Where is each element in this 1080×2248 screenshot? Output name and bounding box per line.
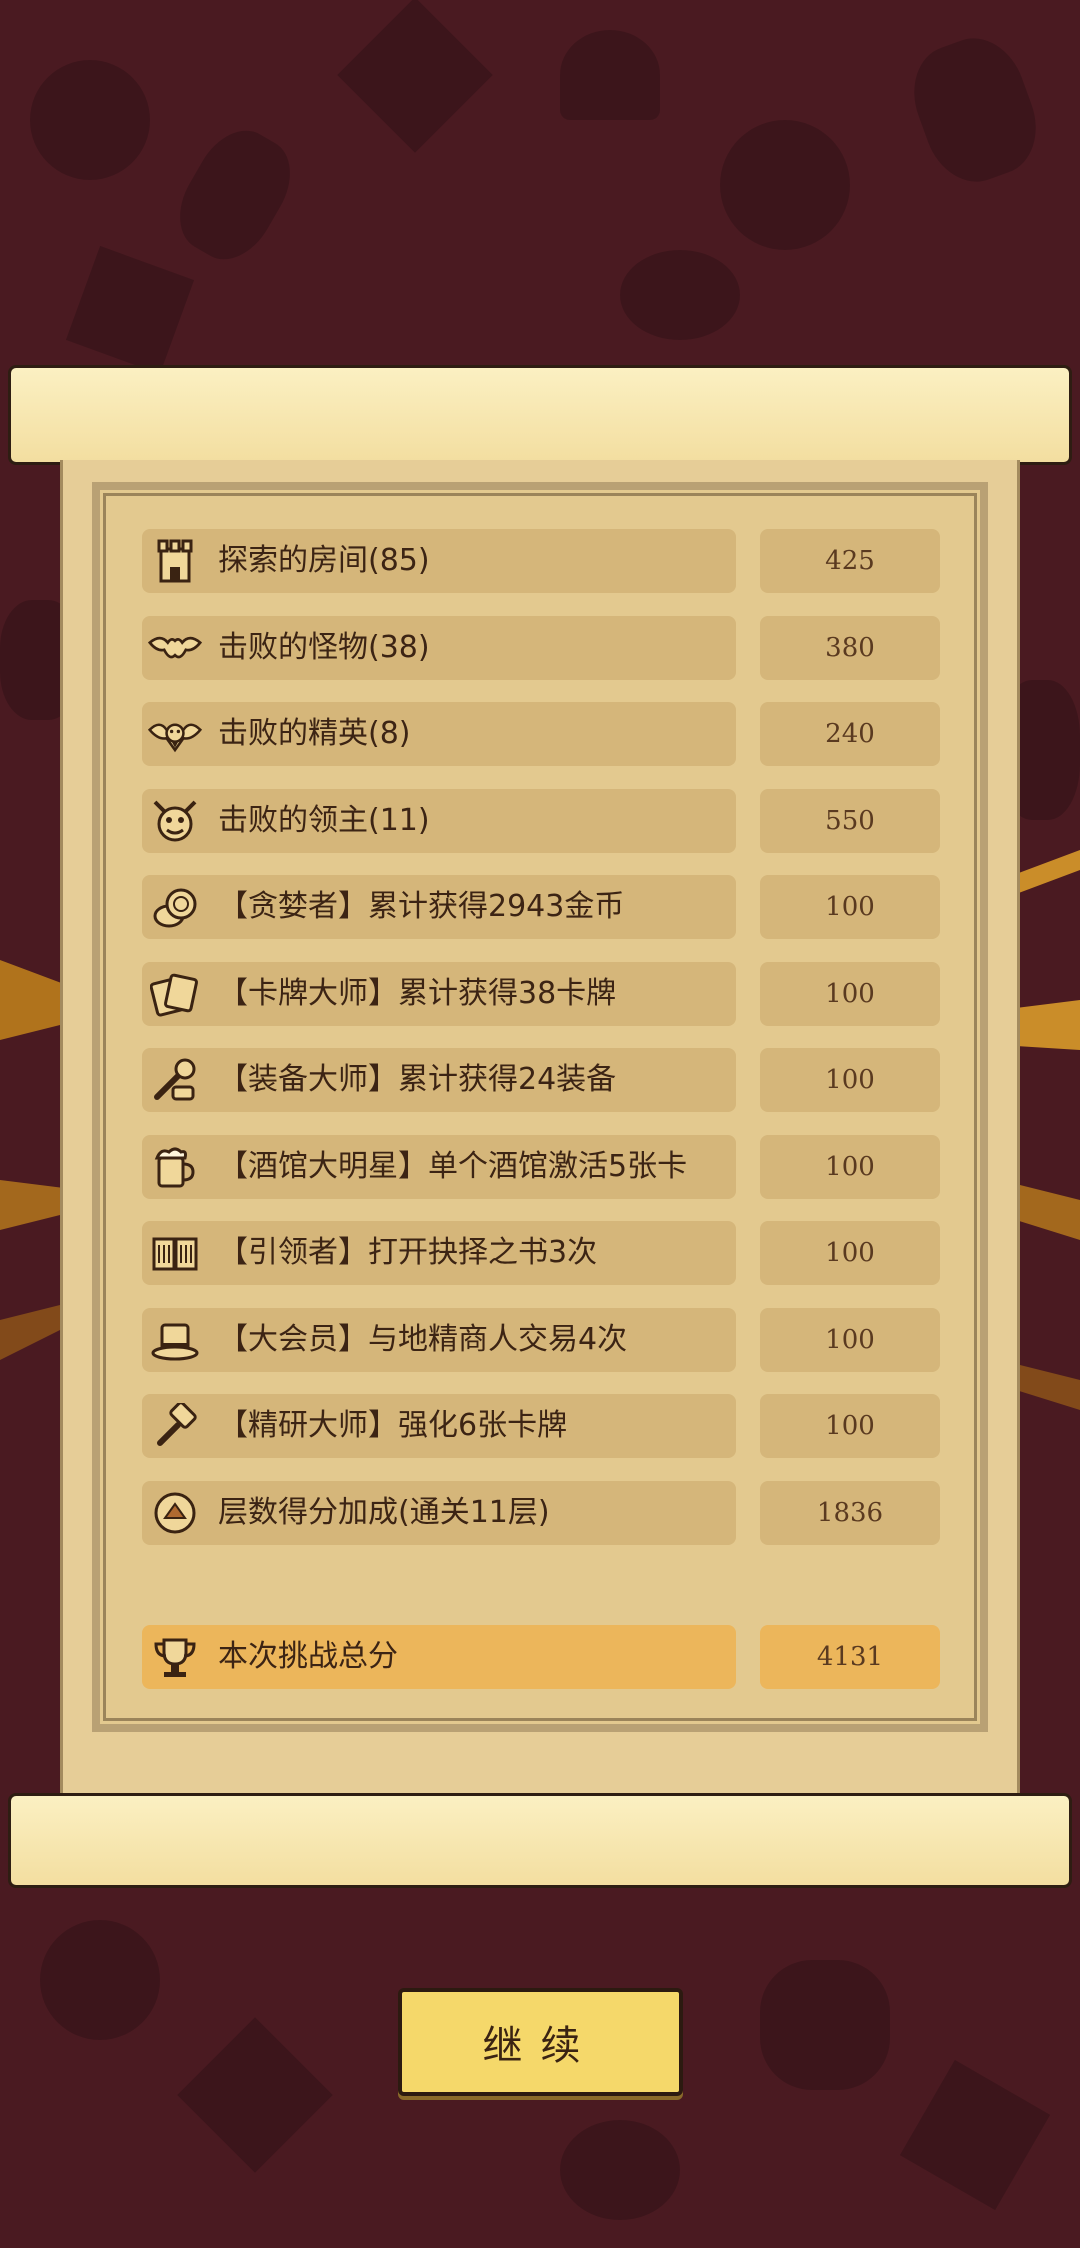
row-value: 100: [760, 1135, 940, 1199]
continue-button[interactable]: 继续: [398, 1988, 683, 2096]
demon-head-icon: [148, 795, 202, 847]
row-label: 击败的怪物(38): [218, 630, 430, 665]
row-label: 层数得分加成(通关11层): [218, 1495, 550, 1530]
row-value: 100: [760, 1221, 940, 1285]
cards-icon: [148, 968, 202, 1020]
score-row-elites: 击败的精英(8) 240: [142, 702, 940, 766]
score-row-rooms: 探索的房间(85) 425: [142, 529, 940, 593]
score-row-floor-bonus: 层数得分加成(通关11层) 1836: [142, 1481, 940, 1545]
total-label: 本次挑战总分: [218, 1639, 398, 1674]
coins-icon: [148, 881, 202, 933]
row-value: 100: [760, 1394, 940, 1458]
hammer-icon: [148, 1400, 202, 1452]
bg-decor: [163, 116, 307, 274]
row-label: 【卡牌大师】累计获得38卡牌: [218, 976, 617, 1011]
scroll-top-rod: [8, 365, 1072, 465]
bg-decor: [177, 2017, 333, 2173]
bg-decor: [560, 30, 660, 120]
beer-mug-icon: [148, 1141, 202, 1193]
bg-decor: [65, 245, 195, 375]
row-value: 550: [760, 789, 940, 853]
bg-decor: [560, 2120, 680, 2220]
floor-badge-icon: [148, 1487, 202, 1539]
bg-decor: [899, 2059, 1051, 2211]
score-row-lords: 击败的领主(11) 550: [142, 789, 940, 853]
score-row-greedy: 【贪婪者】累计获得2943金币 100: [142, 875, 940, 939]
row-label: 【精研大师】强化6张卡牌: [218, 1408, 568, 1443]
score-row-tavern-star: 【酒馆大明星】单个酒馆激活5张卡 100: [142, 1135, 940, 1199]
tower-icon: [148, 535, 202, 587]
total-value: 4131: [760, 1625, 940, 1689]
score-row-card-master: 【卡牌大师】累计获得38卡牌 100: [142, 962, 940, 1026]
bg-decor: [40, 1920, 160, 2040]
row-value: 1836: [760, 1481, 940, 1545]
book-icon: [148, 1227, 202, 1279]
bg-decor: [337, 0, 493, 153]
score-row-big-member: 【大会员】与地精商人交易4次 100: [142, 1308, 940, 1372]
devil-bat-icon: [148, 708, 202, 760]
row-label: 【酒馆大明星】单个酒馆激活5张卡: [218, 1149, 688, 1184]
score-row-guide: 【引领者】打开抉择之书3次 100: [142, 1221, 940, 1285]
bg-decor: [899, 25, 1051, 195]
scroll-bottom-rod: [8, 1793, 1072, 1888]
row-value: 100: [760, 1048, 940, 1112]
row-label: 【装备大师】累计获得24装备: [218, 1062, 617, 1097]
row-value: 100: [760, 962, 940, 1026]
bg-decor: [620, 250, 740, 340]
bg-decor: [720, 120, 850, 250]
score-row-total: 本次挑战总分 4131: [142, 1625, 940, 1689]
row-value: 100: [760, 875, 940, 939]
score-row-equipment-master: 【装备大师】累计获得24装备 100: [142, 1048, 940, 1112]
score-row-monsters: 击败的怪物(38) 380: [142, 616, 940, 680]
row-label: 【引领者】打开抉择之书3次: [218, 1235, 598, 1270]
row-value: 380: [760, 616, 940, 680]
row-value: 240: [760, 702, 940, 766]
equipment-icon: [148, 1054, 202, 1106]
row-label: 【贪婪者】累计获得2943金币: [218, 889, 625, 924]
row-label: 探索的房间(85): [218, 543, 430, 578]
score-row-refine-master: 【精研大师】强化6张卡牌 100: [142, 1394, 940, 1458]
bg-decor: [760, 1960, 890, 2090]
row-value: 100: [760, 1308, 940, 1372]
row-value: 425: [760, 529, 940, 593]
bat-icon: [148, 622, 202, 674]
top-hat-icon: [148, 1314, 202, 1366]
bg-decor: [30, 60, 150, 180]
row-label: 【大会员】与地精商人交易4次: [218, 1322, 628, 1357]
row-label: 击败的精英(8): [218, 716, 411, 751]
trophy-icon: [148, 1631, 202, 1683]
row-label: 击败的领主(11): [218, 803, 430, 838]
